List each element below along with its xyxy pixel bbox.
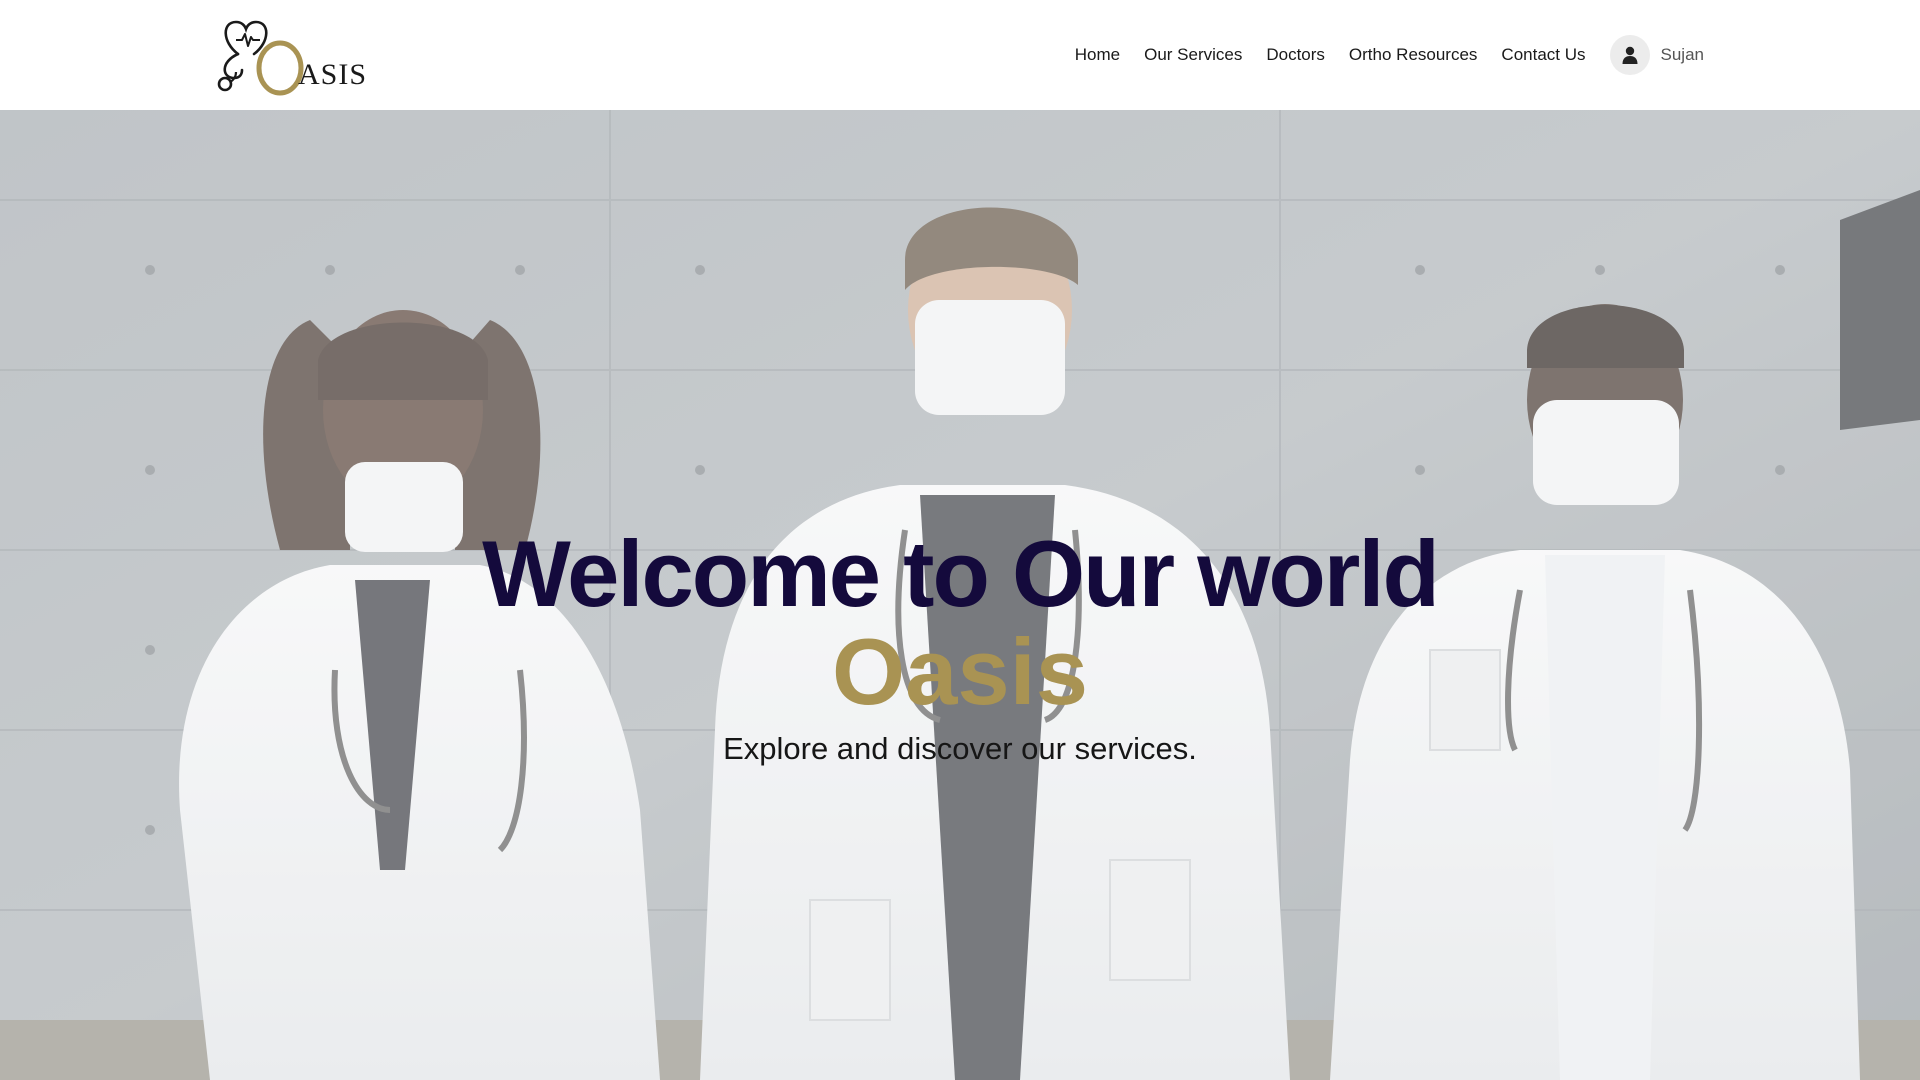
- main-nav: Home Our Services Doctors Ortho Resource…: [1051, 0, 1704, 110]
- logo-wordmark: ASIS: [298, 58, 368, 91]
- hero-title: Welcome to Our world: [482, 521, 1440, 626]
- nav-ortho-resources[interactable]: Ortho Resources: [1349, 45, 1478, 65]
- stethoscope-icon: [223, 52, 244, 80]
- user-name[interactable]: Sujan: [1661, 45, 1704, 65]
- user-icon: [1622, 46, 1638, 64]
- user-menu[interactable]: Sujan: [1609, 35, 1704, 75]
- oasis-logo[interactable]: ASIS: [216, 16, 366, 96]
- hero-brand: Oasis: [831, 619, 1089, 724]
- nav-contact-us[interactable]: Contact Us: [1501, 45, 1585, 65]
- nav-doctors[interactable]: Doctors: [1266, 45, 1325, 65]
- nav-home[interactable]: Home: [1075, 45, 1120, 65]
- nav-our-services[interactable]: Our Services: [1144, 45, 1242, 65]
- hero-subtitle: Explore and discover our services.: [723, 731, 1197, 766]
- site-header: ASIS Home Our Services Doctors Ortho Res…: [0, 0, 1920, 110]
- avatar[interactable]: [1609, 35, 1650, 75]
- hero-text: Welcome to Our world Oasis Explore and d…: [0, 525, 1920, 769]
- hero-section: Welcome to Our world Oasis Explore and d…: [0, 110, 1920, 1080]
